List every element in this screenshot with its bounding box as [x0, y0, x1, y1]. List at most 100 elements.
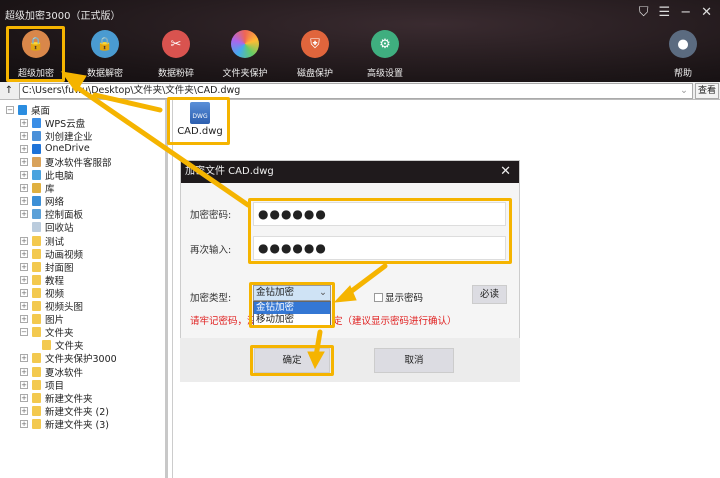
toolbar-help[interactable]: ● 帮助 — [653, 30, 713, 79]
tree-node-label: 视频头图 — [45, 302, 84, 313]
tree-node[interactable]: + 测试 — [20, 234, 64, 248]
tree-node[interactable]: + 图片 — [20, 313, 64, 326]
toolbar-disk-protect[interactable]: ⛨ 磁盘保护 — [285, 30, 345, 79]
gear-icon: ⚙ — [371, 30, 399, 58]
tree-node[interactable]: + 教程 — [20, 273, 65, 287]
expand-toggle-icon[interactable]: + — [20, 144, 28, 153]
must-read-button[interactable]: 必读 — [472, 285, 507, 304]
dialog-title: 加密文件 CAD.dwg — [185, 166, 274, 177]
tree-node[interactable]: + 项目 — [20, 378, 64, 392]
expand-toggle-icon[interactable]: + — [20, 197, 28, 206]
tree-node[interactable]: 回收站 — [20, 221, 74, 234]
tree-node[interactable]: + 刘创建企业 — [20, 129, 93, 143]
tree-node[interactable]: 文件夹 — [42, 339, 84, 352]
expand-toggle-icon[interactable]: + — [20, 406, 28, 415]
tree-node-label: 教程 — [45, 275, 65, 287]
user-icon: ● — [669, 30, 697, 58]
toolbar-shred[interactable]: ✂ 数据粉碎 — [146, 30, 206, 79]
expand-toggle-icon[interactable]: + — [20, 367, 28, 376]
tree-node-label: 桌面 — [31, 105, 51, 117]
folder-icon — [32, 222, 41, 233]
folder-icon — [32, 130, 41, 141]
tree-node[interactable]: + OneDrive — [20, 142, 90, 155]
unlock-icon: 🔒 — [91, 30, 119, 58]
toolbar-folder-protect[interactable]: 文件夹保护 — [215, 30, 275, 79]
toolbar-settings[interactable]: ⚙ 高级设置 — [355, 30, 415, 79]
expand-toggle-icon[interactable]: + — [20, 393, 28, 402]
password-label: 加密密码: — [190, 210, 232, 221]
tree-node-label: 刘创建企业 — [45, 131, 93, 143]
tree-node[interactable]: + 视频 — [20, 286, 64, 300]
tree-node[interactable]: + 夏冰软件客服部 — [20, 155, 112, 169]
minimize-icon[interactable]: − — [680, 5, 691, 20]
expand-toggle-icon[interactable]: + — [20, 262, 28, 271]
tree-node[interactable]: + 文件夹保护3000 — [20, 352, 117, 365]
up-button[interactable]: ↑ — [0, 82, 18, 100]
expand-toggle-icon[interactable]: + — [20, 419, 28, 428]
show-password-checkbox[interactable]: 显示密码 — [374, 290, 423, 304]
expand-toggle-icon[interactable]: + — [20, 288, 28, 297]
tree-node-label: 封面图 — [45, 262, 74, 274]
view-button[interactable]: 查看 — [695, 83, 719, 99]
skin-icon[interactable]: ⛉ — [639, 5, 649, 20]
expand-toggle-icon[interactable]: + — [20, 236, 28, 245]
expand-toggle-icon[interactable]: + — [20, 380, 28, 389]
toolbar-decrypt[interactable]: 🔒 数据解密 — [75, 30, 135, 79]
expand-toggle-icon[interactable]: + — [20, 131, 28, 140]
tree-node[interactable]: + 动画视频 — [20, 247, 84, 261]
folder-icon — [32, 170, 41, 180]
folder-tree[interactable]: − 桌面 + WPS云盘 + 刘创建企业 + OneDrive + 夏冰软件客服部 + 此电脑 + 库 + 网… — [0, 100, 168, 478]
close-icon[interactable]: ✕ — [701, 5, 712, 20]
tree-node-label: WPS云盘 — [45, 118, 86, 130]
expand-toggle-icon[interactable]: + — [20, 354, 28, 363]
expand-toggle-icon[interactable]: + — [20, 210, 28, 219]
scissors-icon: ✂ — [162, 30, 190, 58]
folder-icon — [32, 379, 41, 390]
folder-icon — [32, 366, 41, 377]
close-icon[interactable]: ✕ — [500, 161, 511, 183]
tree-node-label: 文件夹 — [45, 328, 74, 340]
tree-node[interactable]: + 新建文件夹 (2) — [20, 404, 109, 418]
tree-node[interactable]: + 视频头图 — [20, 300, 83, 313]
tree-node[interactable]: + 新建文件夹 — [20, 391, 93, 405]
folder-icon — [32, 143, 41, 154]
tree-node[interactable]: + 夏冰软件 — [20, 365, 84, 379]
folder-icon — [32, 196, 41, 207]
folder-icon — [32, 274, 41, 285]
tree-node-label: 回收站 — [45, 223, 74, 235]
tree-node-label: 新建文件夹 (2) — [45, 406, 109, 418]
expand-toggle-icon[interactable]: − — [20, 328, 28, 337]
expand-toggle-icon[interactable]: + — [20, 315, 28, 324]
tree-node[interactable]: + 封面图 — [20, 260, 74, 274]
cancel-button[interactable]: 取消 — [374, 348, 454, 373]
checkbox[interactable] — [374, 292, 383, 302]
expand-toggle-icon[interactable]: − — [6, 105, 14, 114]
tree-node[interactable]: + WPS云盘 — [20, 116, 86, 130]
folder-icon — [32, 405, 41, 416]
expand-toggle-icon[interactable]: + — [20, 184, 28, 193]
folder-icon — [32, 183, 41, 194]
tree-node-label: 夏冰软件 — [45, 367, 84, 379]
expand-toggle-icon[interactable]: + — [20, 157, 28, 166]
tree-node[interactable]: − 桌面 — [6, 103, 51, 117]
tree-node[interactable]: + 此电脑 — [20, 169, 74, 182]
expand-toggle-icon[interactable]: + — [20, 275, 28, 284]
tree-node[interactable]: − 文件夹 — [20, 326, 74, 339]
header: 超级加密3000（正式版） ⛉ ☰ − ✕ 🔒 超级加密 🔒 数据解密 ✂ 数据粉碎 … — [0, 0, 720, 82]
path-input[interactable]: C:\Users\fuwu\Desktop\文件夹\文件夹\CAD.dwg ⌄ — [19, 83, 693, 99]
tree-node[interactable]: + 网络 — [20, 195, 64, 208]
folder-icon — [18, 104, 27, 115]
expand-toggle-icon[interactable]: + — [20, 302, 28, 310]
tree-node-label: 动画视频 — [45, 249, 84, 261]
chevron-down-icon[interactable]: ⌄ — [680, 84, 688, 98]
expand-toggle-icon[interactable]: + — [20, 118, 28, 127]
folder-icon — [32, 353, 41, 364]
highlight-box — [250, 345, 334, 376]
tree-node[interactable]: + 库 — [20, 182, 55, 195]
tree-node[interactable]: + 控制面板 — [20, 208, 83, 221]
app-title: 超级加密3000（正式版） — [5, 11, 121, 22]
expand-toggle-icon[interactable]: + — [20, 171, 28, 179]
menu-icon[interactable]: ☰ — [659, 5, 671, 20]
expand-toggle-icon[interactable]: + — [20, 249, 28, 258]
tree-node[interactable]: + 新建文件夹 (3) — [20, 417, 109, 431]
